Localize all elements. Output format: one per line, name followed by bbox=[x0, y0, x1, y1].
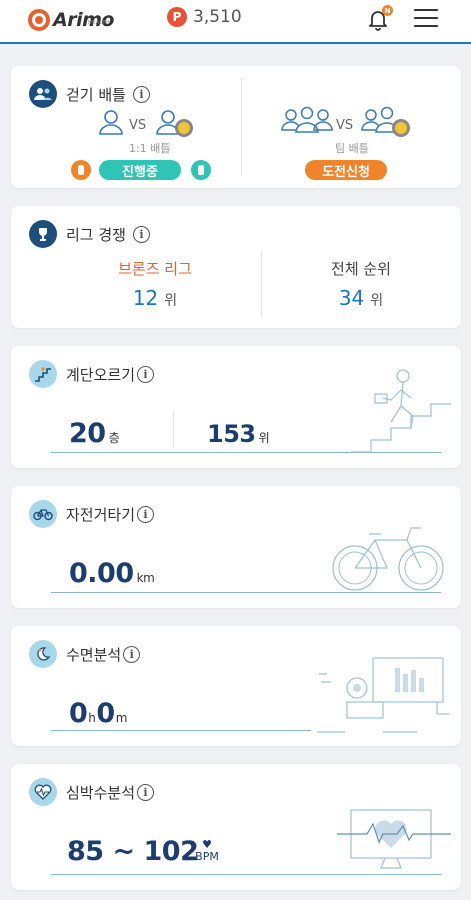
logo-subtitle: HEALTH bbox=[88, 20, 111, 26]
bicycle-illustration bbox=[332, 527, 444, 591]
heart-rate-title-text: 심박수분석 bbox=[66, 783, 136, 802]
sleep-title-text: 수면분석 bbox=[66, 645, 122, 664]
league-rank-value: 12 bbox=[132, 286, 159, 310]
sleep-minutes-value: 0 bbox=[96, 698, 115, 729]
cycling-title: 자전거타기 i bbox=[29, 500, 155, 528]
heart-icon bbox=[29, 778, 57, 806]
points-value: 3,510 bbox=[193, 7, 242, 27]
sleep-hours-value: 0 bbox=[69, 698, 88, 729]
notification-badge: N bbox=[382, 5, 393, 16]
league-title: 리그 경쟁 i bbox=[29, 220, 150, 248]
one-on-one-label: 1:1 배틀 bbox=[129, 142, 171, 155]
opponent-user-icon bbox=[156, 110, 193, 137]
heart-monitor-illustration bbox=[337, 809, 451, 869]
info-icon[interactable]: i bbox=[137, 365, 155, 383]
battle-vs-label: VS bbox=[129, 118, 147, 133]
hours-unit: h bbox=[88, 711, 96, 725]
heart-rate-range: 85 ~ 102 bbox=[67, 836, 199, 867]
heart-rate-card[interactable]: 심박수분석 i 85 ~ 102 ♥ BPM bbox=[11, 764, 461, 890]
stairs-rank-value: 153 bbox=[207, 420, 256, 448]
info-icon[interactable]: i bbox=[132, 225, 150, 243]
walking-battle-card[interactable]: 걷기 배틀 i VS 1:1 배틀 진행중 VS 팀 배틀 도전신청 bbox=[11, 66, 461, 188]
heart-rate-range-value: 85 ~ 102 bbox=[67, 836, 199, 867]
bpm-unit-group: ♥ BPM bbox=[192, 838, 222, 863]
trophy-icon bbox=[29, 220, 57, 248]
sleep-moon-icon bbox=[29, 640, 57, 668]
app-header: Arimo HEALTH P 3,510 N bbox=[0, 0, 471, 44]
baseline-divider bbox=[51, 730, 311, 731]
points-badge-icon: P bbox=[167, 7, 187, 27]
people-icon bbox=[29, 80, 57, 108]
team-icon bbox=[281, 106, 333, 133]
heart-rate-title: 심박수분석 i bbox=[29, 778, 155, 806]
divider bbox=[241, 78, 242, 176]
notification-button[interactable]: N bbox=[366, 5, 393, 31]
stairs-floors-value: 20 bbox=[69, 418, 106, 449]
info-icon[interactable]: i bbox=[132, 85, 150, 103]
battle-status-button[interactable]: 진행중 bbox=[99, 160, 181, 180]
hamburger-menu-button[interactable] bbox=[414, 9, 438, 29]
stairs-title: 계단오르기 i bbox=[29, 360, 155, 388]
menu-line-icon bbox=[414, 17, 438, 19]
stairs-floors: 20 층 bbox=[69, 418, 120, 449]
walking-battle-title: 걷기 배틀 i bbox=[29, 80, 150, 108]
divider bbox=[173, 412, 174, 448]
cycling-distance-value: 0.00 bbox=[69, 558, 134, 589]
distance-unit: km bbox=[136, 571, 155, 585]
minutes-unit: m bbox=[115, 711, 128, 725]
stairs-title-text: 계단오르기 bbox=[66, 365, 136, 384]
league-card[interactable]: 리그 경쟁 i 브론즈 리그 12 위 전체 순위 34 위 bbox=[11, 206, 461, 328]
rank-unit: 위 bbox=[258, 431, 270, 445]
stairs-icon bbox=[29, 360, 57, 388]
bicycle-icon bbox=[29, 500, 57, 528]
floors-unit: 층 bbox=[108, 431, 120, 445]
overall-rank-label: 전체 순위 bbox=[331, 260, 391, 278]
sleep-monitor-illustration bbox=[317, 657, 449, 733]
sleep-title: 수면분석 i bbox=[29, 640, 141, 668]
baseline-divider bbox=[51, 874, 441, 875]
medal-icon bbox=[71, 160, 91, 180]
medal-icon bbox=[191, 160, 211, 180]
cycling-card[interactable]: 자전거타기 i 0.00 km bbox=[11, 486, 461, 608]
bpm-unit: BPM bbox=[195, 850, 219, 863]
points-display[interactable]: P 3,510 bbox=[167, 6, 242, 28]
opponent-team-icon bbox=[361, 106, 410, 137]
overall-rank: 34 위 bbox=[261, 286, 461, 310]
menu-line-icon bbox=[414, 9, 438, 11]
team-battle-label: 팀 배틀 bbox=[335, 142, 369, 155]
logo-mark-icon bbox=[28, 9, 50, 31]
stairs-rank: 153 위 bbox=[207, 420, 270, 448]
team-vs-label: VS bbox=[336, 118, 354, 133]
league-title-text: 리그 경쟁 bbox=[66, 225, 126, 244]
cycling-title-text: 자전거타기 bbox=[66, 505, 136, 524]
league-name: 브론즈 리그 bbox=[118, 260, 192, 278]
info-icon[interactable]: i bbox=[137, 783, 155, 801]
walking-battle-title-text: 걷기 배틀 bbox=[66, 85, 126, 104]
info-icon[interactable]: i bbox=[137, 505, 155, 523]
stairs-climber-illustration bbox=[351, 369, 451, 453]
sleep-card[interactable]: 수면분석 i 0h0m bbox=[11, 626, 461, 746]
rank-unit: 위 bbox=[370, 293, 384, 309]
small-heart-icon: ♥ bbox=[202, 838, 212, 851]
info-icon[interactable]: i bbox=[123, 645, 141, 663]
league-rank: 12 위 bbox=[55, 286, 255, 310]
cycling-distance: 0.00 km bbox=[69, 558, 155, 589]
single-user-icon bbox=[99, 110, 123, 135]
stairs-card[interactable]: 계단오르기 i 20 층 153 위 bbox=[11, 346, 461, 468]
rank-unit: 위 bbox=[164, 293, 178, 309]
overall-rank-value: 34 bbox=[338, 286, 365, 310]
menu-line-icon bbox=[414, 25, 438, 27]
challenge-button[interactable]: 도전신청 bbox=[305, 160, 387, 180]
sleep-duration: 0h0m bbox=[69, 698, 127, 729]
